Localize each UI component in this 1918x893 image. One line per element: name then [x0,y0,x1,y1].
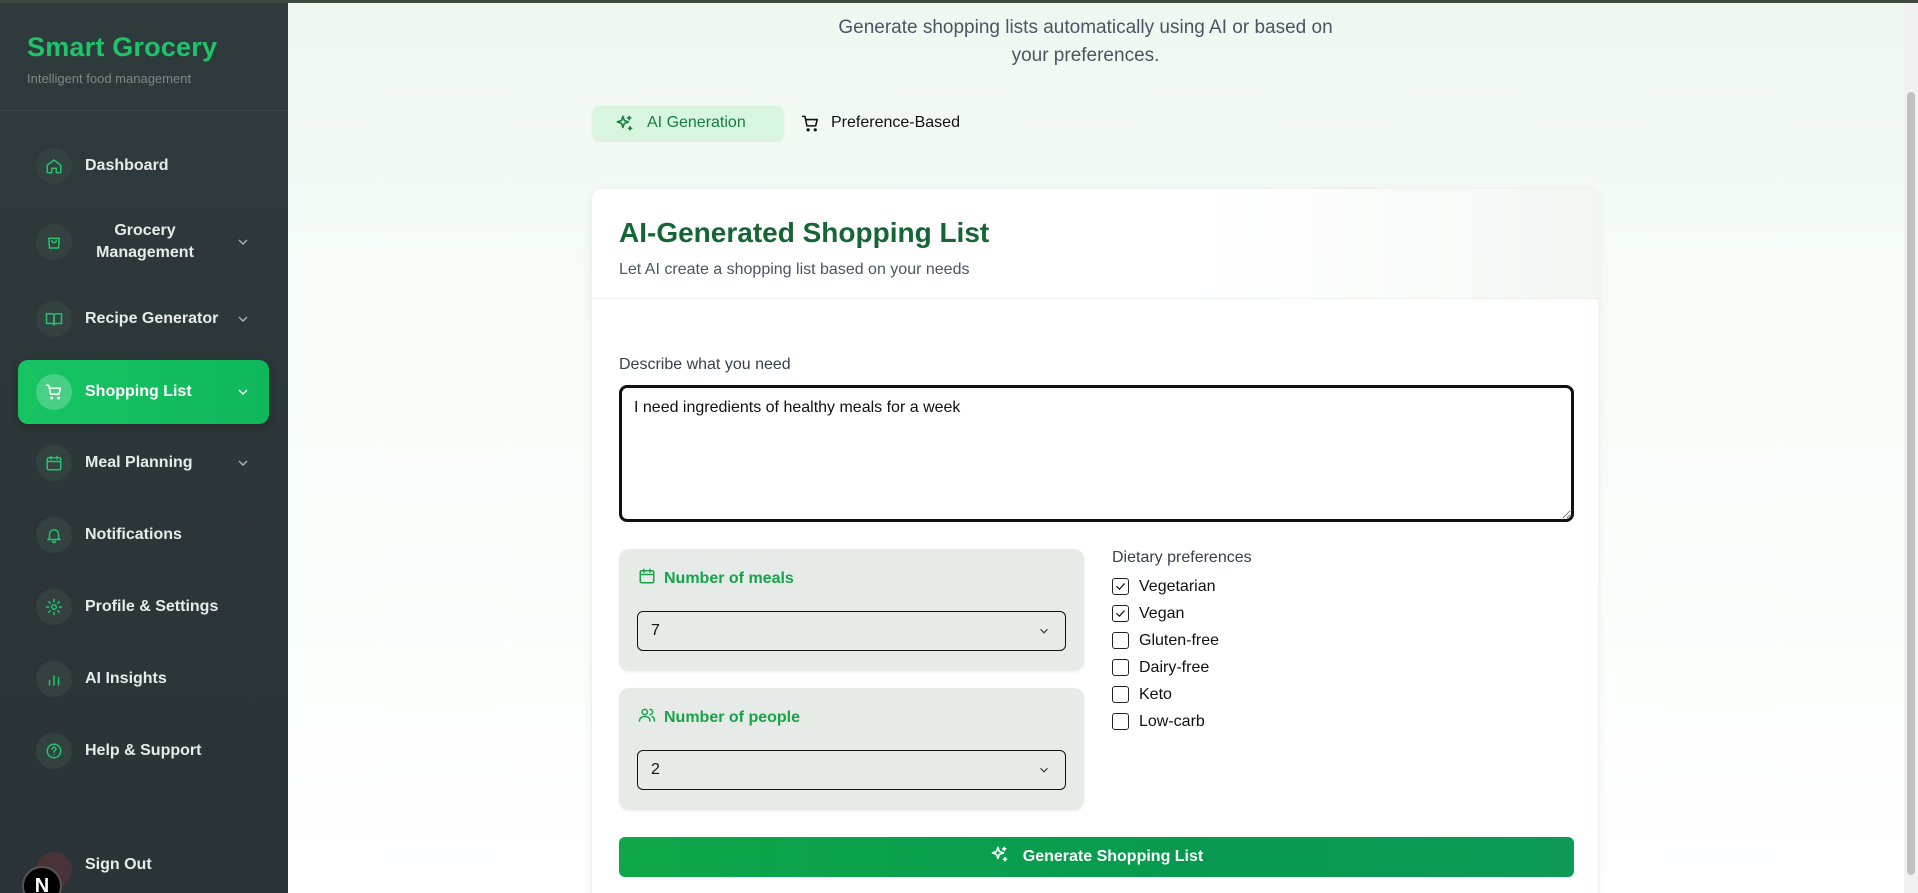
main-content: Generate shopping lists automatically us… [288,0,1918,893]
chevron-down-icon[interactable] [235,311,251,327]
meals-panel: Number of meals 7 [619,549,1084,671]
dietary-title: Dietary preferences [1112,549,1252,566]
dietary-option-vegetarian[interactable]: Vegetarian [1112,573,1252,600]
sidebar-item-grocery-management[interactable]: Grocery Management [18,211,269,273]
generate-shopping-list-button[interactable]: Generate Shopping List [619,837,1574,877]
people-header: Number of people [638,706,800,729]
dietary-option-label: Vegetarian [1139,577,1216,595]
tab-label: Preference-Based [831,114,960,131]
gear-icon [36,589,72,625]
sidebar-item-shopping-list[interactable]: Shopping List [18,360,269,424]
chevron-down-icon[interactable] [235,384,251,400]
book-icon [36,301,72,337]
dietary-option-vegan[interactable]: Vegan [1112,600,1252,627]
sidebar-item-label: Grocery Management [96,222,194,261]
scrollbar-thumb[interactable] [1907,92,1915,875]
sidebar-item-label: Profile & Settings [85,598,219,615]
sidebar-item-ai-insights[interactable]: AI Insights [18,648,269,710]
checkbox-checked[interactable] [1112,578,1129,595]
generate-label: Generate Shopping List [1022,848,1204,865]
dietary-option-label: Gluten-free [1139,631,1220,649]
dietary-preferences: Dietary preferences Vegetarian Vegan Glu… [1112,549,1252,735]
people-value: 2 [651,761,660,778]
dietary-option-label: Keto [1139,685,1172,703]
sidebar-item-label: AI Insights [85,670,167,687]
help-circle-icon [36,733,72,769]
sidebar-item-label: Dashboard [85,157,169,174]
calendar-icon [36,445,72,481]
describe-input[interactable] [619,385,1574,522]
checkbox-checked[interactable] [1112,605,1129,622]
sidebar-item-label: Help & Support [85,742,202,759]
meals-select[interactable]: 7 [637,611,1066,651]
dietary-option-label: Vegan [1139,604,1185,622]
checkbox-unchecked[interactable] [1112,686,1129,703]
dietary-option-label: Dairy-free [1139,658,1210,676]
app-title: Smart Grocery [27,32,218,62]
card-header: AI-Generated Shopping List Let AI create… [592,189,1600,299]
chevron-down-icon [1037,624,1051,638]
page-subtitle: Generate shopping lists automatically us… [838,17,1333,66]
scrollbar[interactable] [1904,0,1918,893]
checkbox-unchecked[interactable] [1112,632,1129,649]
bar-chart-icon [36,661,72,697]
meals-header: Number of meals [638,567,794,590]
checkbox-unchecked[interactable] [1112,713,1129,730]
sparkles-icon [615,114,634,133]
sidebar-item-label: Meal Planning [85,454,193,471]
window-top-border [0,0,1918,3]
card-title: AI-Generated Shopping List [619,217,990,248]
dietary-option-low-carb[interactable]: Low-carb [1112,708,1252,735]
brand: Smart Grocery Intelligent food managemen… [27,32,217,86]
sidebar-divider [0,110,288,111]
shopping-cart-icon [801,114,820,133]
mode-tabs: AI Generation Preference-Based [593,106,978,142]
sidebar-item-label: Shopping List [85,383,192,400]
meals-value: 7 [651,622,660,639]
sidebar-item-label: Recipe Generator [85,310,219,327]
sparkles-icon [990,845,1009,869]
sidebar-item-notifications[interactable]: Notifications [18,504,269,566]
sidebar-item-recipe-generator[interactable]: Recipe Generator [18,288,269,350]
sidebar-item-label: Notifications [85,526,182,543]
calendar-icon [638,567,656,590]
ai-shopping-list-card: AI-Generated Shopping List Let AI create… [591,188,1600,893]
tab-preference-based[interactable]: Preference-Based [789,106,978,140]
card-description: Let AI create a shopping list based on y… [619,261,970,278]
tab-ai-generation[interactable]: AI Generation [593,106,783,140]
people-panel: Number of people 2 [619,688,1084,810]
meals-label: Number of meals [664,569,794,587]
users-icon [638,706,656,729]
chevron-down-icon[interactable] [235,455,251,471]
tab-label: AI Generation [647,114,746,131]
describe-label: Describe what you need [619,356,791,373]
sidebar-item-profile-settings[interactable]: Profile & Settings [18,576,269,638]
dietary-option-gluten-free[interactable]: Gluten-free [1112,627,1252,654]
dietary-option-dairy-free[interactable]: Dairy-free [1112,654,1252,681]
sidebar-item-meal-planning[interactable]: Meal Planning [18,432,269,494]
sidebar-item-dashboard[interactable]: Dashboard [18,135,269,197]
people-label: Number of people [664,708,801,726]
shopping-cart-icon [36,374,72,410]
chevron-down-icon [1037,763,1051,777]
shopping-bag-icon [36,224,72,260]
dietary-option-label: Low-carb [1139,712,1205,730]
dietary-option-keto[interactable]: Keto [1112,681,1252,708]
chevron-down-icon[interactable] [235,234,251,250]
bell-icon [36,517,72,553]
sidebar-item-help-support[interactable]: Help & Support [18,720,269,782]
home-icon [36,148,72,184]
sidebar: Smart Grocery Intelligent food managemen… [0,0,288,893]
checkbox-unchecked[interactable] [1112,659,1129,676]
sign-out-label: Sign Out [85,856,152,873]
app-subtitle: Intelligent food management [27,71,192,86]
people-select[interactable]: 2 [637,750,1066,790]
